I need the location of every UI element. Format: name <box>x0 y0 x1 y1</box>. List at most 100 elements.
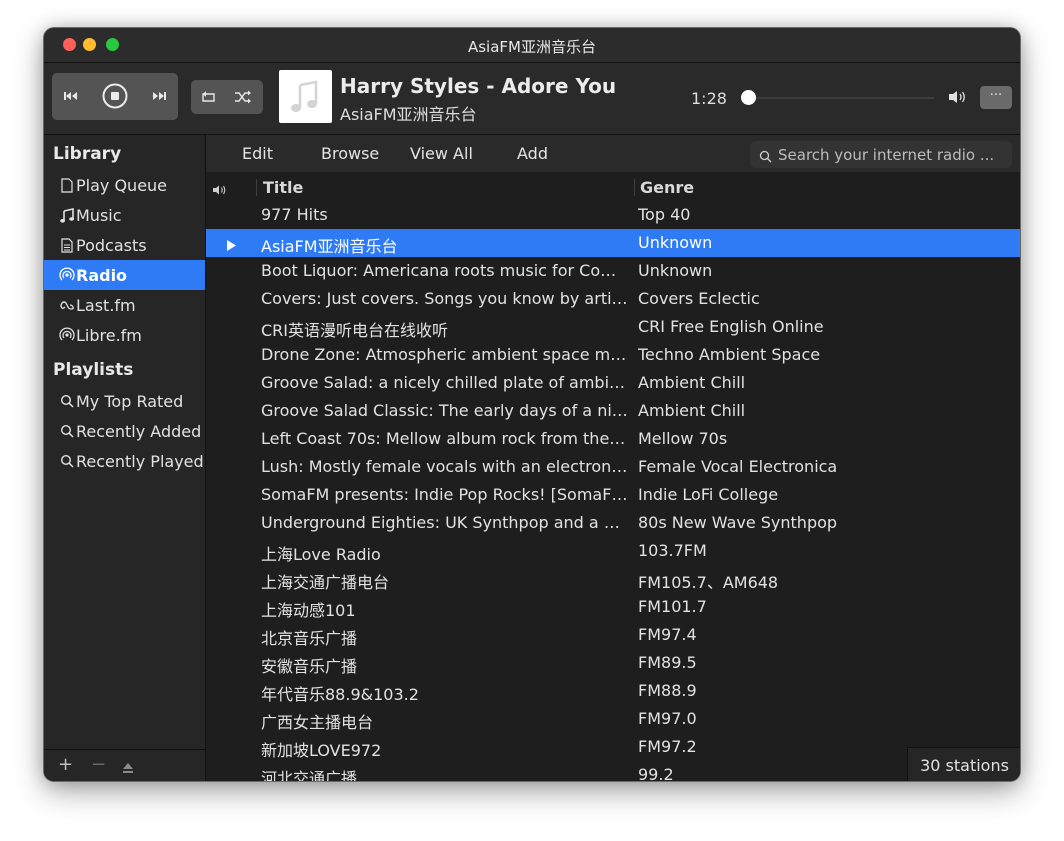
album-art <box>279 70 332 123</box>
station-genre: CRI Free English Online <box>638 317 824 336</box>
repeat-button[interactable] <box>198 86 220 108</box>
station-genre: FM101.7 <box>638 597 707 616</box>
sidebar-item-my-top-rated[interactable]: My Top Rated <box>44 386 205 416</box>
search-icon <box>759 148 772 167</box>
elapsed-time: 1:28 <box>691 89 727 108</box>
table-row[interactable]: Drone Zone: Atmospheric ambient space mu… <box>206 341 1020 369</box>
more-options-button[interactable]: ··· <box>980 86 1012 109</box>
music-note-icon <box>290 79 317 112</box>
sidebar-bottom-bar: + − <box>44 749 205 781</box>
station-title: 新加坡LOVE972 <box>261 741 382 760</box>
browse-menu[interactable]: Browse <box>321 144 379 163</box>
search-icon <box>58 394 76 408</box>
station-title: Left Coast 70s: Mellow album rock from t… <box>261 429 629 448</box>
add-playlist-button[interactable]: + <box>58 754 73 775</box>
sidebar-item-recently-added[interactable]: Recently Added <box>44 416 205 446</box>
column-separator[interactable] <box>634 179 635 196</box>
add-menu[interactable]: Add <box>517 144 548 163</box>
title-column-header[interactable]: Title <box>263 178 303 197</box>
station-genre: FM97.4 <box>638 625 697 644</box>
station-title: 广西女主播电台 <box>261 713 374 732</box>
station-genre: FM89.5 <box>638 653 697 672</box>
previous-track-button[interactable] <box>60 85 82 107</box>
seek-slider-knob[interactable] <box>741 90 756 105</box>
view-all-menu[interactable]: View All <box>410 144 473 163</box>
sidebar-item-play-queue[interactable]: Play Queue <box>44 170 205 200</box>
table-row[interactable]: Left Coast 70s: Mellow album rock from t… <box>206 425 1020 453</box>
lastfm-icon <box>58 299 76 311</box>
sidebar-item-librefm[interactable]: Libre.fm <box>44 320 205 350</box>
table-row[interactable]: AsiaFM亚洲音乐台 Unknown <box>206 229 1020 257</box>
library-header: Library <box>53 144 122 164</box>
sidebar: Library Play Queue Music Podcasts Radio … <box>44 135 206 781</box>
sidebar-item-recently-played[interactable]: Recently Played <box>44 446 205 476</box>
volume-button[interactable] <box>948 89 968 109</box>
next-track-button[interactable] <box>148 85 170 107</box>
title-bar: AsiaFM亚洲音乐台 <box>44 28 1020 63</box>
table-row[interactable]: 上海动感101 FM101.7 <box>206 593 1020 621</box>
sidebar-item-label: Radio <box>76 265 128 285</box>
stop-icon <box>102 83 128 109</box>
table-row[interactable]: Lush: Mostly female vocals with an elect… <box>206 453 1020 481</box>
station-title: 河北交通广播 <box>261 769 358 781</box>
search-input[interactable] <box>778 141 1006 168</box>
app-window: AsiaFM亚洲音乐台 Harry Styles - Adore You Asi… <box>44 28 1020 781</box>
table-row[interactable]: Groove Salad: a nicely chilled plate of … <box>206 369 1020 397</box>
playback-controls <box>52 73 178 120</box>
station-genre: Ambient Chill <box>638 373 746 392</box>
table-row[interactable]: Covers: Just covers. Songs you know by a… <box>206 285 1020 313</box>
station-count: 30 stations <box>907 747 1020 781</box>
table-row[interactable]: 北京音乐广播 FM97.4 <box>206 621 1020 649</box>
eject-icon <box>123 763 133 773</box>
sidebar-item-label: Last.fm <box>76 295 136 315</box>
sidebar-item-label: Recently Added <box>76 421 202 441</box>
sidebar-item-podcasts[interactable]: Podcasts <box>44 230 205 260</box>
eject-button[interactable] <box>122 758 134 779</box>
remove-playlist-button[interactable]: − <box>91 754 106 775</box>
station-title: 安徽音乐广播 <box>261 657 358 676</box>
station-title: Covers: Just covers. Songs you know by a… <box>261 289 629 308</box>
stop-button[interactable] <box>102 83 128 109</box>
station-genre: Mellow 70s <box>638 429 728 448</box>
table-row[interactable]: 安徽音乐广播 FM89.5 <box>206 649 1020 677</box>
document-icon <box>58 237 76 253</box>
station-title: Underground Eighties: UK Synthpop and a … <box>261 513 629 532</box>
repeat-icon <box>202 91 215 102</box>
station-title: Groove Salad Classic: The early days of … <box>261 401 629 420</box>
now-playing-column-header[interactable] <box>212 181 228 200</box>
shuffle-button[interactable] <box>232 86 254 108</box>
seek-track[interactable] <box>744 97 934 99</box>
sidebar-item-label: Music <box>76 205 122 225</box>
sidebar-item-label: Libre.fm <box>76 325 142 345</box>
radio-icon <box>58 267 76 283</box>
radio-menu-bar: Edit Browse View All Add <box>206 135 1020 172</box>
table-row[interactable]: 新加坡LOVE972 FM97.2 <box>206 733 1020 761</box>
edit-menu[interactable]: Edit <box>242 144 273 163</box>
shuffle-icon <box>235 90 251 104</box>
playing-indicator-icon <box>227 236 236 255</box>
table-row[interactable]: 河北交通广播 99.2 <box>206 761 1020 781</box>
table-row[interactable]: Underground Eighties: UK Synthpop and a … <box>206 509 1020 537</box>
sidebar-item-radio[interactable]: Radio <box>44 260 205 290</box>
table-row[interactable]: CRI英语漫听电台在线收听 CRI Free English Online <box>206 313 1020 341</box>
sidebar-item-label: Recently Played <box>76 451 204 471</box>
table-header: Title Genre <box>206 173 1020 201</box>
table-row[interactable]: 977 Hits Top 40 <box>206 201 1020 229</box>
sidebar-item-lastfm[interactable]: Last.fm <box>44 290 205 320</box>
table-row[interactable]: 上海Love Radio 103.7FM <box>206 537 1020 565</box>
table-row[interactable]: 年代音乐88.9&103.2 FM88.9 <box>206 677 1020 705</box>
table-row[interactable]: Boot Liquor: Americana roots music for C… <box>206 257 1020 285</box>
table-row[interactable]: SomaFM presents: Indie Pop Rocks! [SomaF… <box>206 481 1020 509</box>
now-playing-station: AsiaFM亚洲音乐台 <box>340 105 477 124</box>
station-genre: Top 40 <box>638 205 691 224</box>
table-row[interactable]: Groove Salad Classic: The early days of … <box>206 397 1020 425</box>
music-note-icon <box>58 207 76 223</box>
radio-icon <box>58 327 76 343</box>
column-separator[interactable] <box>256 179 257 196</box>
table-row[interactable]: 广西女主播电台 FM97.0 <box>206 705 1020 733</box>
genre-column-header[interactable]: Genre <box>640 178 694 197</box>
station-genre: 80s New Wave Synthpop <box>638 513 838 532</box>
sidebar-item-music[interactable]: Music <box>44 200 205 230</box>
station-genre: Techno Ambient Space <box>638 345 821 364</box>
table-row[interactable]: 上海交通广播电台 FM105.7、AM648 <box>206 565 1020 593</box>
